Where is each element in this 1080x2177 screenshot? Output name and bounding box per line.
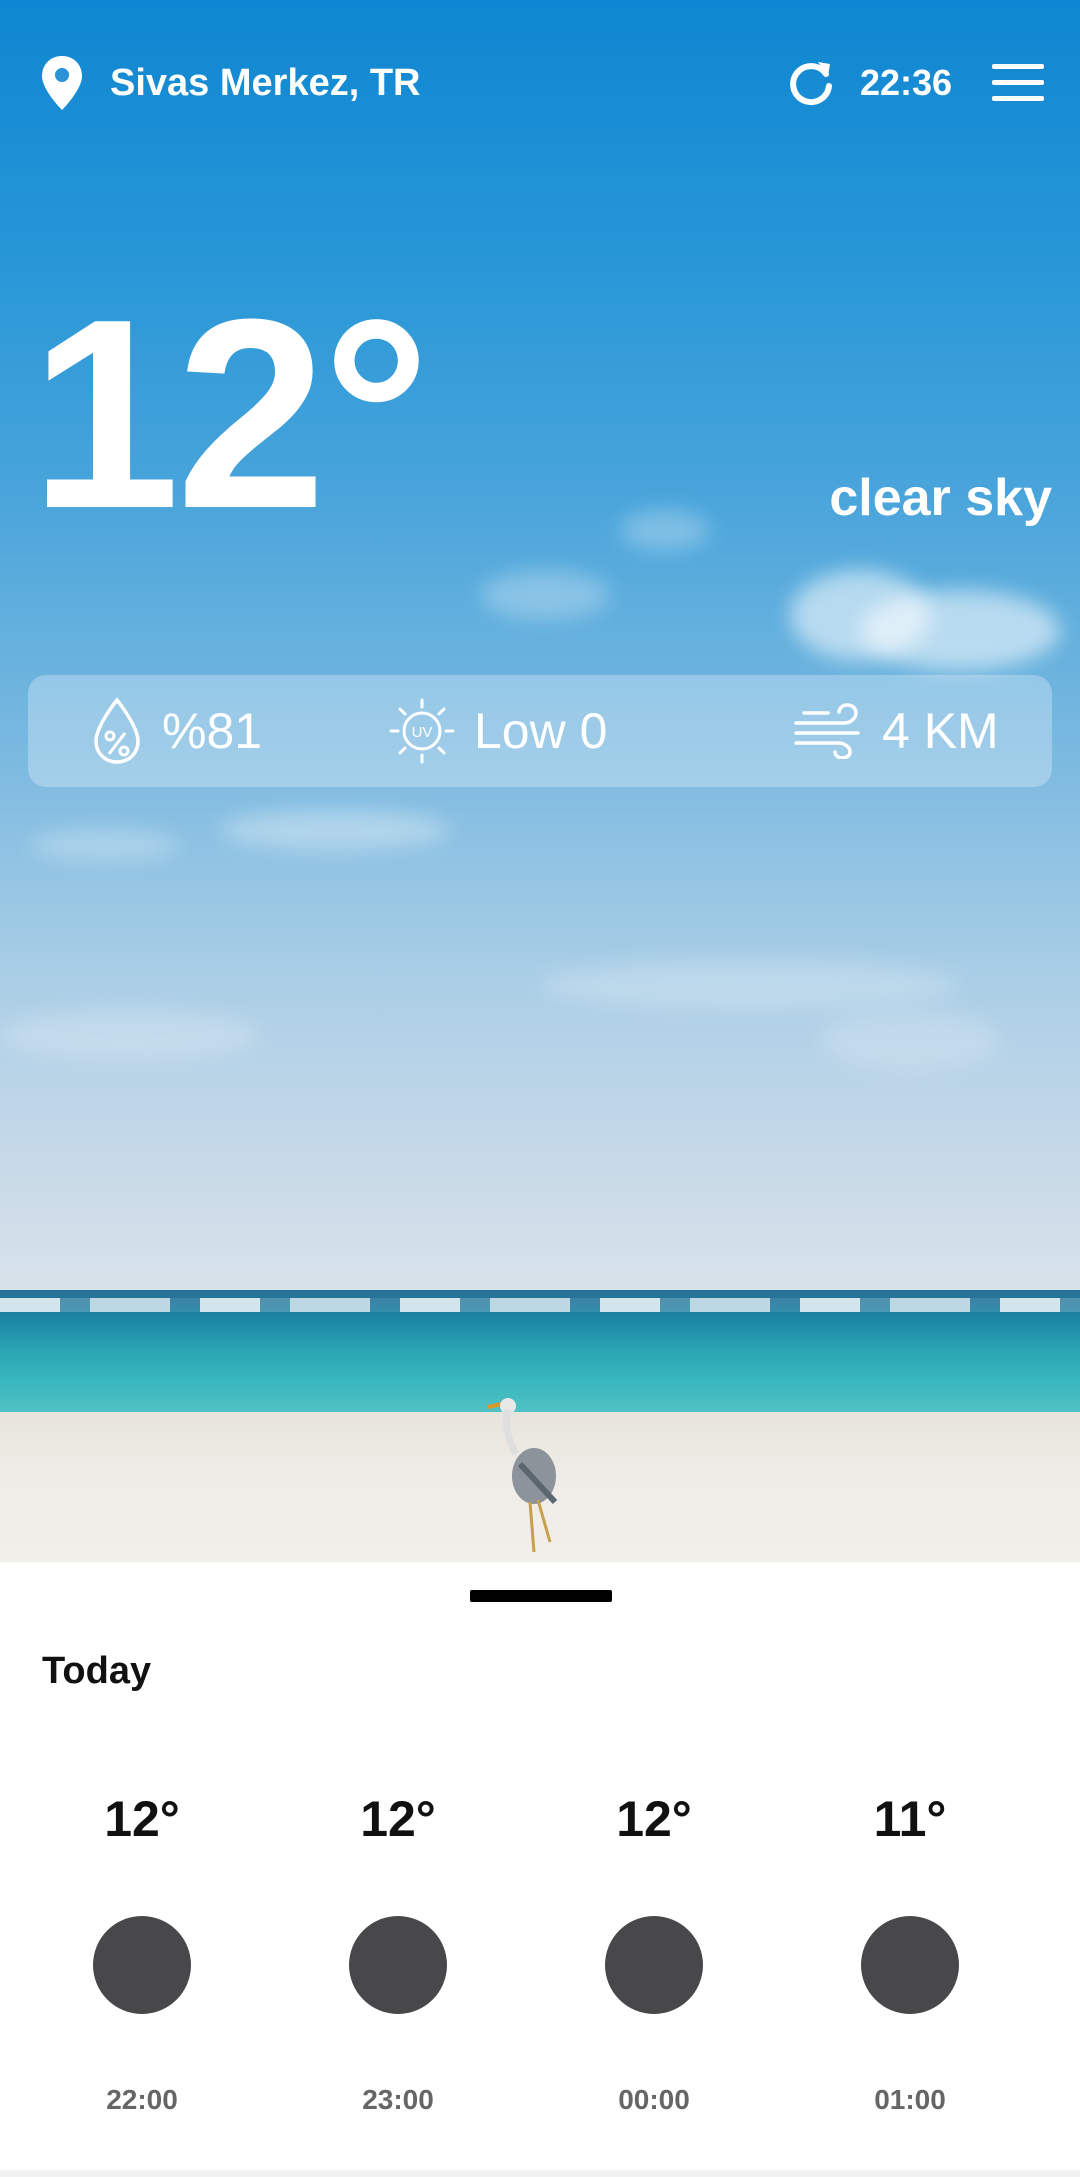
hour-temperature: 12° bbox=[616, 1791, 692, 1847]
hamburger-menu-icon[interactable] bbox=[992, 64, 1044, 102]
stats-bar: %81 UV Low 0 4 KM bbox=[28, 675, 1052, 787]
refresh-icon[interactable] bbox=[786, 58, 836, 108]
map-pin-icon bbox=[42, 56, 82, 110]
forecast-sheet[interactable]: Today 12° 22:00 12° 23:00 12° 00:00 11° … bbox=[0, 1562, 1080, 2177]
hour-time: 22:00 bbox=[106, 2084, 178, 2115]
update-time: 22:36 bbox=[860, 62, 953, 103]
uv-sun-icon: UV bbox=[389, 698, 455, 764]
weather-icon bbox=[93, 1916, 191, 2014]
current-temperature: 12° bbox=[30, 264, 430, 565]
humidity-value: %81 bbox=[162, 703, 263, 759]
drag-handle[interactable] bbox=[470, 1590, 612, 1602]
location-label[interactable]: Sivas Merkez, TR bbox=[110, 62, 420, 105]
hour-time: 01:00 bbox=[874, 2084, 946, 2115]
hour-temperature: 11° bbox=[873, 1791, 947, 1847]
wind-stat: 4 KM bbox=[792, 675, 999, 787]
heron-bird bbox=[487, 1398, 558, 1553]
hour-time: 00:00 bbox=[618, 2084, 690, 2115]
top-bar: Sivas Merkez, TR 22:36 bbox=[0, 0, 1080, 170]
hour-temperature: 12° bbox=[360, 1791, 436, 1847]
humidity-stat: %81 bbox=[90, 675, 262, 787]
weather-condition: clear sky bbox=[829, 469, 1052, 527]
weather-icon bbox=[861, 1916, 959, 2014]
svg-text:UV: UV bbox=[412, 724, 433, 741]
weather-icon bbox=[605, 1916, 703, 2014]
uv-value: Low 0 bbox=[474, 703, 608, 759]
wind-icon bbox=[794, 703, 860, 759]
bottom-divider bbox=[0, 2170, 1080, 2177]
forecast-title: Today bbox=[42, 1650, 152, 1692]
hour-temperature: 12° bbox=[104, 1791, 180, 1847]
wind-value: 4 KM bbox=[882, 703, 999, 759]
sea-foam bbox=[0, 1298, 1080, 1312]
uv-stat: UV Low 0 bbox=[388, 675, 607, 787]
hour-time: 23:00 bbox=[362, 2084, 434, 2115]
humidity-drop-icon bbox=[94, 697, 140, 764]
weather-icon bbox=[349, 1916, 447, 2014]
